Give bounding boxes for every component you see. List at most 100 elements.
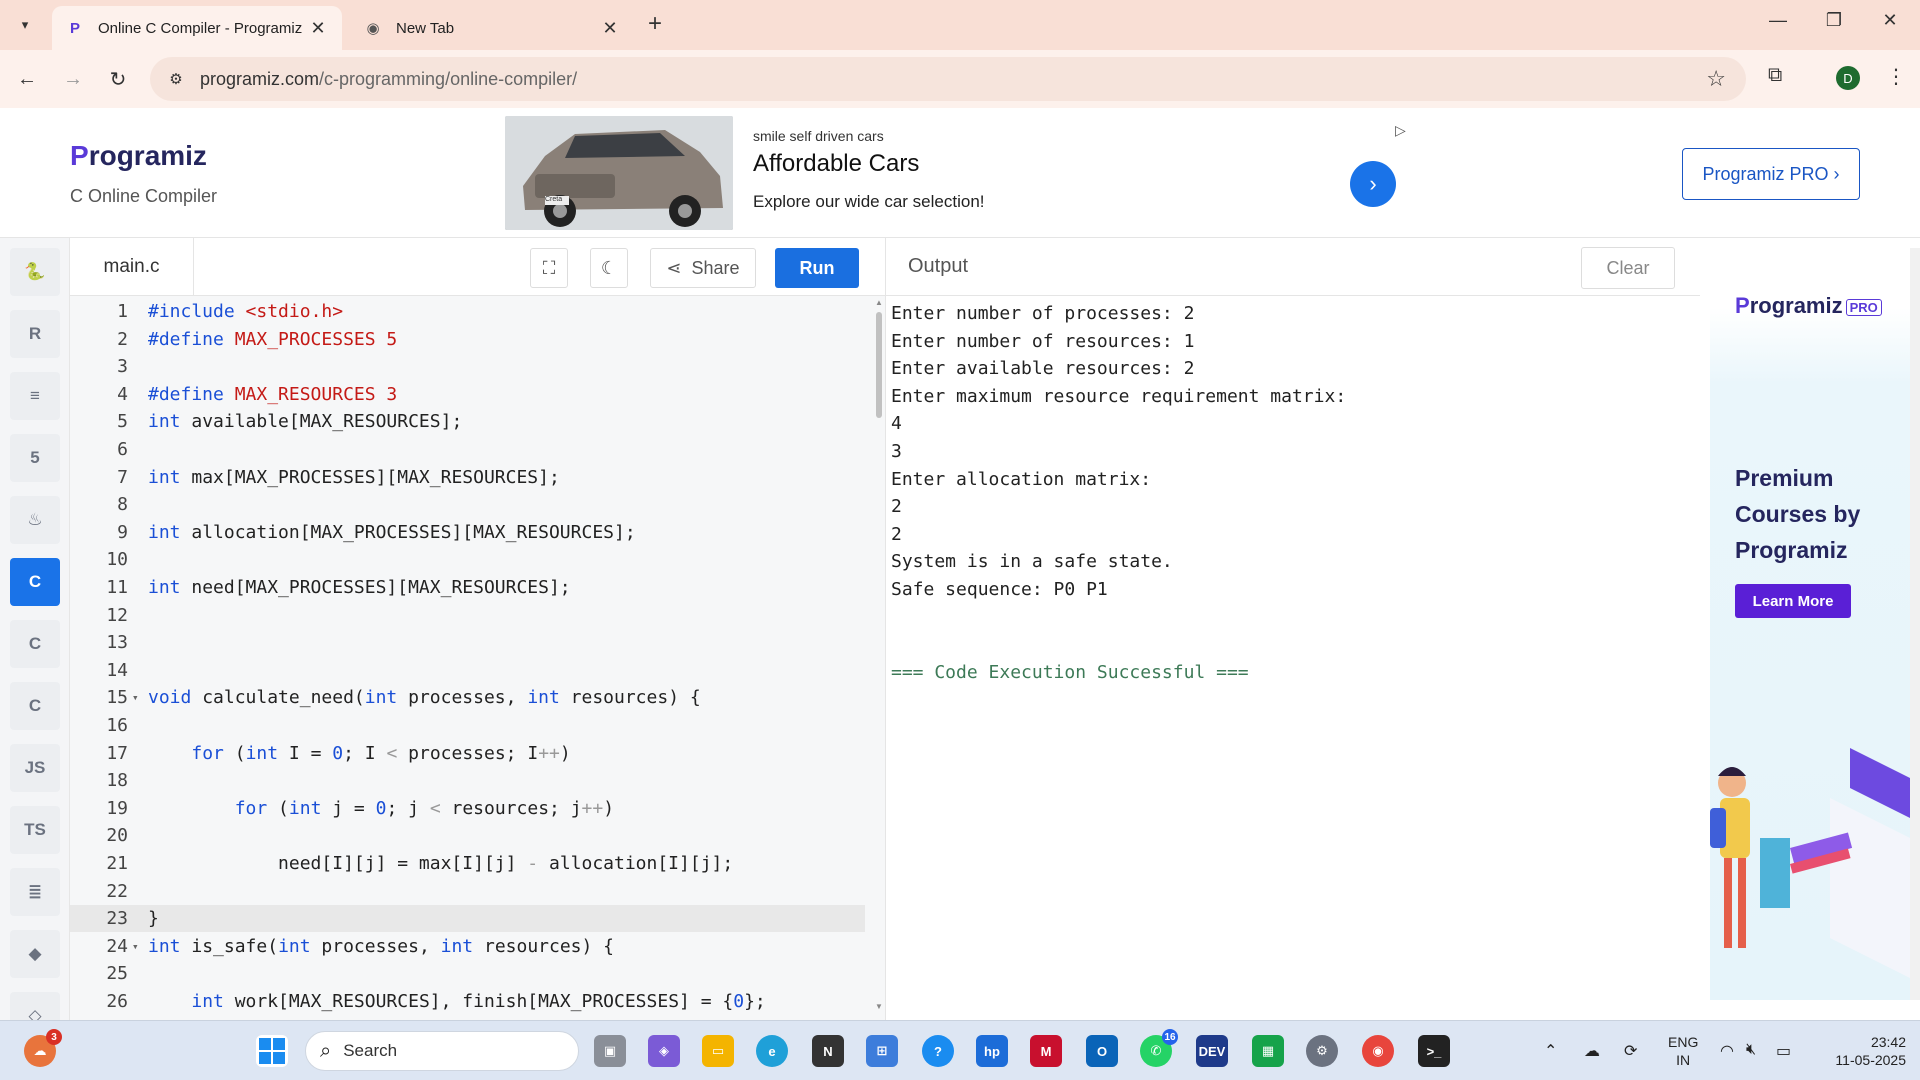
avatar[interactable]: D: [1836, 66, 1860, 90]
code-line[interactable]: 10: [70, 546, 865, 573]
code-line[interactable]: 12: [70, 602, 865, 629]
fold-arrow-icon[interactable]: ▾: [132, 684, 139, 711]
more-menu-icon[interactable]: ⋮: [1886, 64, 1906, 89]
code-line[interactable]: 11 int need[MAX_PROCESSES][MAX_RESOURCES]…: [70, 574, 865, 601]
site-info-icon[interactable]: ⚙: [158, 61, 194, 97]
sidebar-item-c[interactable]: C: [10, 558, 60, 606]
code-line[interactable]: 7 int max[MAX_PROCESSES][MAX_RESOURCES];: [70, 464, 865, 491]
settings-icon[interactable]: ⚙: [1306, 1035, 1338, 1067]
microsoft-store-icon[interactable]: ⊞: [866, 1035, 898, 1067]
sync-icon[interactable]: ⟳: [1624, 1041, 1637, 1061]
fold-arrow-icon[interactable]: ▾: [132, 933, 139, 960]
code-line[interactable]: 22: [70, 878, 865, 905]
volume-mute-icon[interactable]: 🔇︎: [1746, 1041, 1756, 1059]
code-line[interactable]: 26 int work[MAX_RESOURCES], finish[MAX_P…: [70, 988, 865, 1015]
run-button[interactable]: Run: [775, 248, 859, 288]
programiz-logo[interactable]: Programiz: [70, 140, 207, 172]
taskbar-search[interactable]: ⌕ Search: [305, 1031, 579, 1071]
editor-scrollbar[interactable]: ▲ ▼: [873, 296, 885, 1020]
share-button[interactable]: ⋖ Share: [650, 248, 756, 288]
system-clock[interactable]: 23:42 11-05-2025: [1816, 1033, 1906, 1069]
sidebar-item-r[interactable]: R: [10, 310, 60, 358]
forward-icon[interactable]: →: [58, 64, 88, 94]
code-line[interactable]: 9 int allocation[MAX_PROCESSES][MAX_RESOU…: [70, 519, 865, 546]
code-line[interactable]: 16: [70, 712, 865, 739]
bookmark-star-icon[interactable]: ☆: [1706, 66, 1726, 92]
code-line[interactable]: 5 int available[MAX_RESOURCES];: [70, 408, 865, 435]
scrollbar-thumb[interactable]: [876, 312, 882, 418]
code-line[interactable]: 23}: [70, 905, 865, 933]
task-view-icon[interactable]: ▣: [594, 1035, 626, 1067]
back-icon[interactable]: ←: [12, 64, 42, 94]
copilot-icon[interactable]: ◈: [648, 1035, 680, 1067]
sidebar-item-swift[interactable]: ◆: [10, 930, 60, 978]
ad-title[interactable]: Affordable Cars: [753, 150, 919, 178]
chevron-up-icon[interactable]: ⌃: [1544, 1041, 1557, 1061]
sidebar-item-html[interactable]: 5: [10, 434, 60, 482]
sidebar-item-cpp[interactable]: C: [10, 620, 60, 668]
code-line[interactable]: 19 for (int j = 0; j < resources; j++): [70, 795, 865, 822]
code-line[interactable]: 18: [70, 767, 865, 794]
code-line[interactable]: 15 ▾ void calculate_need(int processes, in…: [70, 684, 865, 711]
code-line[interactable]: 6: [70, 436, 865, 463]
windows-start-icon[interactable]: [256, 1035, 288, 1067]
onedrive-icon[interactable]: ☁: [1584, 1041, 1600, 1061]
tab-search-dropdown[interactable]: ▾: [10, 11, 40, 39]
code-line[interactable]: 14: [70, 657, 865, 684]
code-line[interactable]: 1 #include <stdio.h>: [70, 298, 865, 325]
code-line[interactable]: 8: [70, 491, 865, 518]
output-console[interactable]: Enter number of processes: 2 Enter number…: [885, 296, 1700, 1020]
code-line[interactable]: 13: [70, 629, 865, 656]
language-indicator[interactable]: ENG IN: [1668, 1033, 1698, 1069]
tab-new-tab[interactable]: ◉ New Tab ✕: [350, 6, 634, 50]
mcafee-icon[interactable]: M: [1030, 1035, 1062, 1067]
code-line[interactable]: 24 ▾ int is_safe(int processes, int resour…: [70, 933, 865, 960]
fullscreen-icon[interactable]: ⛶: [530, 248, 568, 288]
tab-programiz[interactable]: P Online C Compiler - Programiz ✕: [52, 6, 342, 50]
myhp-icon[interactable]: hp: [976, 1035, 1008, 1067]
code-line[interactable]: 3: [70, 353, 865, 380]
wifi-icon[interactable]: ◠: [1720, 1041, 1734, 1061]
whatsapp-icon[interactable]: ✆ 16: [1140, 1029, 1178, 1067]
sidebar-item-java[interactable]: ♨: [10, 496, 60, 544]
sidebar-item-go[interactable]: ≣: [10, 868, 60, 916]
scroll-up-icon[interactable]: ▲: [875, 298, 883, 307]
outlook-icon[interactable]: O: [1086, 1035, 1118, 1067]
new-tab-button[interactable]: +: [648, 10, 662, 38]
extensions-icon[interactable]: ⧉: [1768, 64, 1782, 87]
scroll-down-icon[interactable]: ▼: [875, 1002, 883, 1011]
weather-widget-icon[interactable]: ☁ 3: [24, 1029, 62, 1067]
edge-icon[interactable]: e: [756, 1035, 788, 1067]
code-line[interactable]: 17 for (int I = 0; I < processes; I++): [70, 740, 865, 767]
classroom-icon[interactable]: ▦: [1252, 1035, 1284, 1067]
sidebar-item-csharp[interactable]: C: [10, 682, 60, 730]
sidebar-item-ts[interactable]: TS: [10, 806, 60, 854]
dark-mode-icon[interactable]: ☾: [590, 248, 628, 288]
code-line[interactable]: 4 #define MAX_RESOURCES 3: [70, 381, 865, 408]
code-line[interactable]: 20: [70, 822, 865, 849]
reload-icon[interactable]: ↻: [103, 64, 133, 94]
battery-icon[interactable]: ▭: [1776, 1041, 1791, 1061]
sidebar-item-sql[interactable]: ≡: [10, 372, 60, 420]
sidebar-item-js[interactable]: JS: [10, 744, 60, 792]
restore-icon[interactable]: ❐: [1814, 10, 1854, 31]
code-line[interactable]: 21 need[I][j] = max[I][j] - allocation[I…: [70, 850, 865, 877]
close-tab-icon[interactable]: ✕: [308, 18, 328, 39]
adchoices-icon[interactable]: ▷: [1395, 122, 1406, 139]
programiz-pro-button[interactable]: Programiz PRO ›: [1682, 148, 1860, 200]
address-bar[interactable]: ⚙ programiz.com/c-programming/online-com…: [150, 57, 1746, 101]
code-line[interactable]: 2 #define MAX_PROCESSES 5: [70, 326, 865, 353]
code-editor[interactable]: 1 #include <stdio.h> 2 #define MAX_PROCESSE…: [70, 296, 885, 1020]
learn-more-button[interactable]: Learn More: [1735, 584, 1851, 618]
dev-app-icon[interactable]: DEV: [1196, 1035, 1228, 1067]
right-advertisement[interactable]: Programiz PRO Premium Courses by Programi…: [1710, 248, 1910, 1000]
car-ad-image[interactable]: Creta: [505, 116, 733, 230]
code-line[interactable]: 25: [70, 960, 865, 987]
page-scrollbar[interactable]: [1910, 248, 1920, 1000]
minimize-icon[interactable]: —: [1758, 10, 1798, 31]
notion-icon[interactable]: N: [812, 1035, 844, 1067]
help-icon[interactable]: ?: [922, 1035, 954, 1067]
close-tab-icon[interactable]: ✕: [600, 18, 620, 39]
file-tab-main-c[interactable]: main.c: [70, 238, 194, 296]
terminal-icon[interactable]: >_: [1418, 1035, 1450, 1067]
